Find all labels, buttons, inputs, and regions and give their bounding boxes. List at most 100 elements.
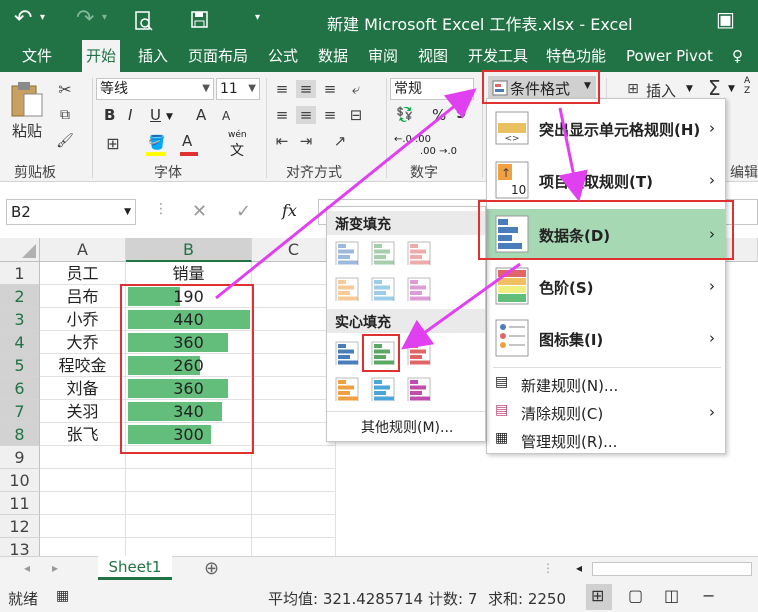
cell-a[interactable]: 员工 bbox=[40, 262, 126, 285]
cell-c[interactable] bbox=[252, 262, 336, 285]
cell-b[interactable] bbox=[126, 492, 252, 515]
sheet-tab-sheet1[interactable]: Sheet1 bbox=[98, 556, 172, 580]
menu-item-highlight-rules[interactable]: <> 突出显示单元格规则(H) › bbox=[487, 105, 725, 153]
cell-c[interactable] bbox=[252, 377, 336, 400]
gradient-fill-swatch[interactable] bbox=[335, 277, 359, 301]
gradient-fill-swatch[interactable] bbox=[371, 277, 395, 301]
solid-fill-swatch[interactable] bbox=[335, 341, 359, 365]
cell-c[interactable] bbox=[252, 285, 336, 308]
cell-b[interactable]: 300 bbox=[126, 423, 252, 446]
solid-fill-swatch[interactable] bbox=[371, 341, 395, 365]
cell-b[interactable]: 360 bbox=[126, 377, 252, 400]
shrink-font-button[interactable]: A bbox=[222, 109, 230, 123]
bold-button[interactable]: B bbox=[104, 106, 115, 124]
cell-b[interactable]: 销量 bbox=[126, 262, 252, 285]
copy-icon[interactable]: ⧉ bbox=[56, 106, 74, 124]
orientation-icon[interactable]: ↗ bbox=[330, 132, 350, 150]
cell-b[interactable]: 260 bbox=[126, 354, 252, 377]
comma-button[interactable]: 9 bbox=[456, 104, 466, 122]
cut-icon[interactable]: ✂ bbox=[56, 80, 74, 99]
hscroll-left-icon[interactable]: ◂ bbox=[576, 561, 582, 575]
cell-b[interactable] bbox=[126, 515, 252, 538]
row-header[interactable]: 10 bbox=[0, 469, 40, 492]
number-format-combo[interactable]: 常规 bbox=[390, 78, 474, 100]
solid-fill-swatch[interactable] bbox=[407, 341, 431, 365]
page-layout-view-icon[interactable]: ▢ bbox=[628, 586, 643, 605]
cell-c[interactable] bbox=[252, 308, 336, 331]
macro-record-icon[interactable]: ▦ bbox=[56, 588, 69, 604]
chevron-down-icon[interactable]: ▼ bbox=[686, 84, 693, 94]
font-color-button[interactable]: A bbox=[182, 132, 192, 150]
row-header[interactable]: 3 bbox=[0, 308, 40, 331]
conditional-format-button[interactable]: 条件格式 ▼ bbox=[488, 76, 596, 100]
row-header[interactable]: 4 bbox=[0, 331, 40, 354]
increase-indent-icon[interactable]: ⇥ bbox=[296, 132, 316, 150]
menu-item-color-scales[interactable]: 色阶(S) › bbox=[487, 263, 725, 311]
menu-item-new-rule[interactable]: ▤ 新建规则(N)... bbox=[487, 371, 725, 397]
name-box[interactable]: B2 ▼ bbox=[6, 199, 136, 225]
gradient-fill-swatch[interactable] bbox=[407, 241, 431, 265]
underline-button[interactable]: U bbox=[150, 106, 161, 124]
row-header[interactable]: 6 bbox=[0, 377, 40, 400]
menu-item-icon-sets[interactable]: 图标集(I) › bbox=[487, 315, 725, 363]
solid-fill-swatch[interactable] bbox=[407, 377, 431, 401]
row-header[interactable]: 1 bbox=[0, 262, 40, 285]
cell-a[interactable]: 程咬金 bbox=[40, 354, 126, 377]
confirm-entry-icon[interactable]: ✓ bbox=[236, 201, 251, 222]
zoom-out-icon[interactable]: − bbox=[702, 586, 715, 605]
cell-a[interactable]: 张飞 bbox=[40, 423, 126, 446]
tab-power-pivot[interactable]: Power Pivot bbox=[622, 40, 717, 72]
tab-data[interactable]: 数据 bbox=[314, 40, 352, 72]
tab-home[interactable]: 开始 bbox=[82, 40, 121, 72]
insert-cells-icon[interactable]: ⊞ bbox=[624, 80, 642, 98]
accounting-format-icon[interactable]: 💱 bbox=[392, 106, 418, 124]
menu-item-top-bottom-rules[interactable]: ↑ 10 项目选取规则(T) › bbox=[487, 157, 725, 205]
solid-fill-swatch[interactable] bbox=[371, 377, 395, 401]
print-preview-icon[interactable] bbox=[134, 10, 154, 32]
row-header[interactable]: 8 bbox=[0, 423, 40, 446]
undo-dropdown-icon[interactable]: ▾ bbox=[40, 12, 45, 23]
cell-c[interactable] bbox=[252, 469, 336, 492]
cell-c[interactable] bbox=[252, 492, 336, 515]
cell-b[interactable]: 190 bbox=[126, 285, 252, 308]
decrease-indent-icon[interactable]: ⇤ bbox=[272, 132, 292, 150]
cell-c[interactable] bbox=[252, 515, 336, 538]
save-icon[interactable] bbox=[190, 10, 210, 30]
cell-b[interactable] bbox=[126, 446, 252, 469]
row-header[interactable]: 5 bbox=[0, 354, 40, 377]
row-header[interactable]: 7 bbox=[0, 400, 40, 423]
insert-function-icon[interactable]: fx bbox=[282, 201, 297, 220]
cell-b[interactable]: 340 bbox=[126, 400, 252, 423]
chevron-down-icon[interactable]: ▼ bbox=[728, 84, 735, 94]
cell-a[interactable]: 大乔 bbox=[40, 331, 126, 354]
font-name-combo[interactable]: 等线 ▼ bbox=[96, 78, 214, 100]
wrap-text-icon[interactable]: ⤶ bbox=[346, 80, 366, 98]
phonetic-top-label[interactable]: wén bbox=[228, 130, 247, 140]
percent-button[interactable]: % bbox=[432, 106, 446, 124]
align-right-icon[interactable]: ≡ bbox=[320, 106, 340, 124]
cell-a[interactable] bbox=[40, 492, 126, 515]
column-header-a[interactable]: A bbox=[40, 238, 126, 262]
menu-item-data-bars[interactable]: 数据条(D) › bbox=[487, 209, 725, 259]
ribbon-display-options-icon[interactable]: ▣ bbox=[716, 7, 735, 31]
font-size-combo[interactable]: 11 ▼ bbox=[216, 78, 260, 100]
decrease-decimal-button[interactable]: .00 →.0 bbox=[420, 146, 457, 157]
cell-c[interactable] bbox=[252, 400, 336, 423]
undo-icon[interactable]: ↶ bbox=[14, 6, 32, 31]
row-header[interactable]: 9 bbox=[0, 446, 40, 469]
cell-c[interactable] bbox=[252, 354, 336, 377]
format-painter-icon[interactable]: 🖌 bbox=[56, 132, 74, 150]
qat-customize-icon[interactable]: ▾ bbox=[255, 12, 260, 23]
column-header-b[interactable]: B bbox=[126, 238, 252, 262]
chevron-down-icon[interactable]: ▼ bbox=[166, 112, 173, 122]
cell-a[interactable]: 小乔 bbox=[40, 308, 126, 331]
gradient-fill-swatch[interactable] bbox=[335, 241, 359, 265]
cell-b[interactable] bbox=[126, 469, 252, 492]
cell-a[interactable]: 关羽 bbox=[40, 400, 126, 423]
cell-b[interactable]: 440 bbox=[126, 308, 252, 331]
fill-color-icon[interactable]: 🪣 bbox=[146, 134, 168, 152]
horizontal-scrollbar[interactable] bbox=[592, 562, 752, 576]
gradient-fill-swatch[interactable] bbox=[407, 277, 431, 301]
tab-formulas[interactable]: 公式 bbox=[264, 40, 302, 72]
sheet-next-icon[interactable]: ▸ bbox=[52, 561, 58, 575]
